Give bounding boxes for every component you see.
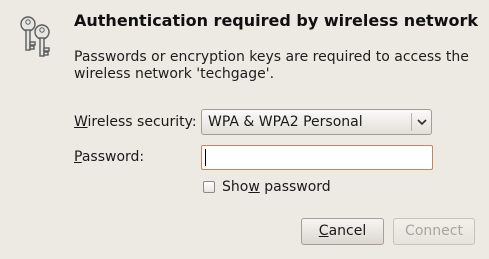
wireless-security-select[interactable]: WPA & WPA2 Personal xyxy=(201,109,432,135)
password-label-text: assword: xyxy=(81,149,145,165)
wireless-security-label-text: ireless security: xyxy=(87,114,197,130)
connect-button[interactable]: Connect xyxy=(393,218,475,245)
show-password-checkbox[interactable] xyxy=(203,181,215,193)
keys-icon xyxy=(20,16,50,57)
show-password-label-start: Sho xyxy=(222,179,249,195)
chevron-down-icon xyxy=(417,119,427,126)
wireless-security-selected-value: WPA & WPA2 Personal xyxy=(208,114,363,130)
wireless-security-label-mnemonic: W xyxy=(74,114,88,130)
password-label: Password: xyxy=(74,149,144,165)
show-password-label-mnemonic: w xyxy=(248,179,260,195)
cancel-button-mnemonic: C xyxy=(318,223,329,239)
password-label-mnemonic: P xyxy=(74,149,82,165)
cancel-button-label: ancel xyxy=(328,223,367,239)
dialog-message: Passwords or encryption keys are require… xyxy=(74,49,469,82)
dialog-title: Authentication required by wireless netw… xyxy=(74,11,478,30)
cancel-button[interactable]: Cancel xyxy=(301,218,384,245)
connect-button-label: Connect xyxy=(405,223,463,239)
password-field[interactable] xyxy=(201,145,433,170)
text-cursor xyxy=(205,149,206,166)
wireless-security-label: Wireless security: xyxy=(74,114,197,130)
show-password-label[interactable]: Show password xyxy=(222,179,331,195)
combo-separator xyxy=(411,113,412,131)
show-password-label-end: password xyxy=(259,179,331,195)
